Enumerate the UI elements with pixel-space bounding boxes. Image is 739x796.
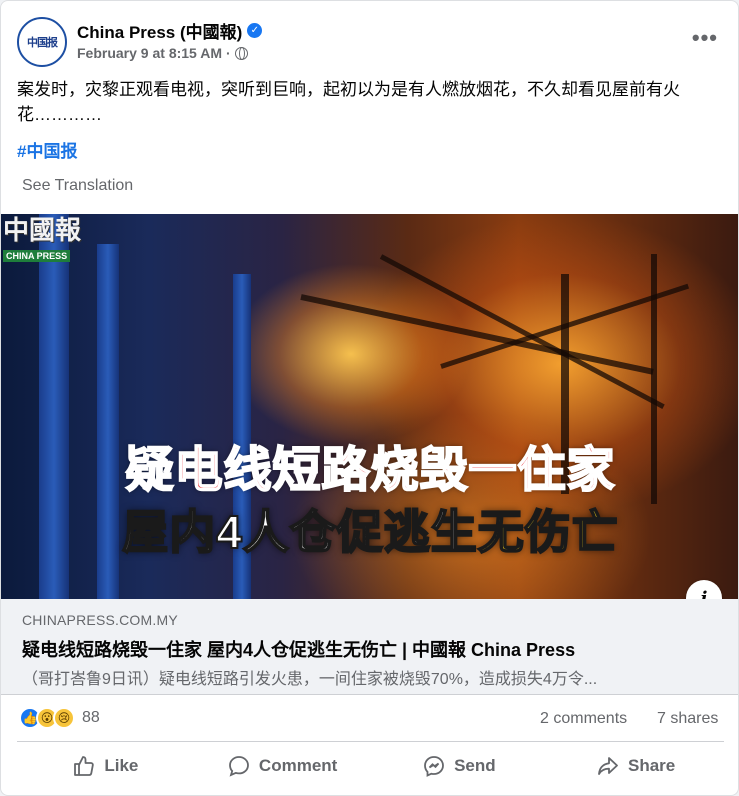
share-arrow-icon bbox=[598, 757, 618, 775]
send-button[interactable]: Send bbox=[371, 746, 548, 786]
see-translation-link[interactable]: See Translation bbox=[22, 177, 133, 195]
comment-bubble-icon bbox=[229, 756, 249, 777]
share-button[interactable]: Share bbox=[547, 746, 724, 786]
watermark-en: CHINA PRESS bbox=[3, 250, 71, 262]
page-name-link[interactable]: China Press (中國報) bbox=[77, 18, 242, 43]
sad-reaction-icon: 😢 bbox=[53, 707, 75, 729]
page-avatar[interactable]: 中国报 bbox=[17, 17, 67, 67]
comment-button[interactable]: Comment bbox=[194, 746, 371, 786]
like-button[interactable]: Like bbox=[17, 746, 194, 786]
action-divider bbox=[17, 741, 724, 742]
image-headline-2-white: 屋内4人仓促逃生 bbox=[121, 505, 478, 559]
link-preview[interactable]: CHINAPRESS.COM.MY 疑电线短路烧毁一住家 屋内4人仓促逃生无伤亡… bbox=[1, 599, 738, 695]
image-headline-2: 屋内4人仓促逃生无伤亡 bbox=[1, 496, 738, 562]
hashtag-link[interactable]: #中国报 bbox=[17, 137, 77, 162]
post-stats: 👍 😮 😢 88 2 comments 7 shares bbox=[1, 701, 738, 737]
post-timestamp[interactable]: February 9 at 8:15 AM bbox=[77, 45, 222, 61]
send-label: Send bbox=[454, 756, 496, 775]
share-label: Share bbox=[628, 756, 676, 775]
post-meta: February 9 at 8:15 AM · bbox=[77, 45, 248, 61]
comment-label: Comment bbox=[258, 756, 338, 775]
thumbs-up-icon bbox=[74, 756, 95, 776]
verified-badge-icon: ✓ bbox=[247, 23, 263, 38]
post-header: 中国报 China Press (中國報) ✓ February 9 at 8:… bbox=[1, 1, 738, 71]
image-headline-2-yellow: 无伤亡 bbox=[477, 505, 619, 559]
watermark-cn: 中國報 bbox=[3, 216, 82, 246]
reactions-summary[interactable]: 👍 😮 😢 88 bbox=[19, 707, 100, 729]
image-headline-1: 疑电线短路烧毁一住家 bbox=[124, 443, 616, 498]
china-press-watermark: 中國報 CHINA PRESS bbox=[3, 216, 99, 266]
more-options-icon[interactable]: ••• bbox=[692, 25, 718, 51]
reaction-count: 88 bbox=[82, 709, 100, 726]
like-label: Like bbox=[104, 756, 139, 775]
link-description: （哥打峇鲁9日讯）疑电线短路引发火患，一间住家被烧毁70%，造成损失4万令... bbox=[22, 671, 598, 688]
avatar-logo-text: 中国报 bbox=[27, 36, 58, 49]
action-bar: Like Comment Send Share bbox=[17, 746, 724, 786]
messenger-icon bbox=[424, 756, 444, 777]
image-beam bbox=[379, 254, 665, 409]
globe-icon[interactable] bbox=[234, 46, 248, 60]
shares-count[interactable]: 7 shares bbox=[657, 710, 718, 728]
post-card: 中国报 China Press (中國報) ✓ February 9 at 8:… bbox=[0, 0, 739, 796]
meta-separator: · bbox=[225, 45, 231, 61]
page-name-row: China Press (中國報) ✓ bbox=[77, 18, 263, 43]
post-body-text: 案发时，灾黎正观看电视，突听到巨响，起初以为是有人燃放烟花，不久却看见屋前有火花… bbox=[17, 80, 680, 124]
link-domain: CHINAPRESS.COM.MY bbox=[22, 612, 178, 628]
link-title: 疑电线短路烧毁一住家 屋内4人仓促逃生无伤亡 | 中國報 China Press bbox=[22, 640, 576, 660]
comments-count[interactable]: 2 comments bbox=[540, 710, 627, 728]
info-icon[interactable]: i bbox=[686, 580, 722, 599]
post-image[interactable]: 中國報 CHINA PRESS 疑电线短路烧毁一住家 屋内4人仓促逃生无伤亡 i bbox=[1, 214, 738, 599]
